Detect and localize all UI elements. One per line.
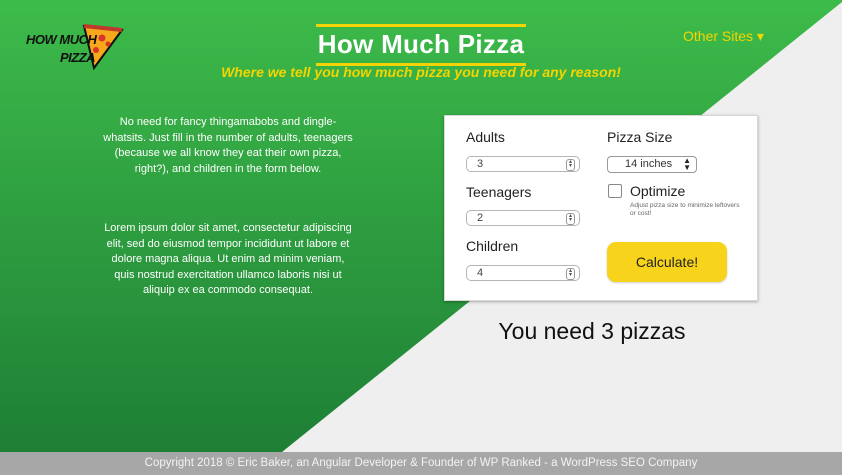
stepper-arrows-icon[interactable]: ▴ ▾ (566, 159, 575, 171)
pizza-size-value: 14 inches (625, 158, 673, 170)
children-input[interactable]: 4 ▴ ▾ (466, 265, 580, 281)
stepper-arrows-icon[interactable]: ▴ ▾ (566, 213, 575, 225)
footer-copyright: Copyright 2018 © Eric Baker, an Angular … (0, 452, 842, 475)
intro-paragraph: No need for fancy thingamabobs and dingl… (103, 116, 353, 175)
children-value: 4 (477, 267, 484, 279)
calculate-button[interactable]: Calculate! (607, 242, 727, 282)
teenagers-value: 2 (477, 212, 484, 224)
adults-value: 3 (477, 158, 484, 170)
pizza-size-select[interactable]: 14 inches ▲ ▼ (607, 156, 697, 173)
optimize-help-text: Adjust pizza size to minimize leftovers … (630, 202, 740, 217)
adults-input[interactable]: 3 ▴ ▾ (466, 156, 580, 172)
adults-label: Adults (466, 129, 505, 145)
updown-arrows-icon: ▲ ▼ (683, 156, 691, 172)
page-subtitle: Where we tell you how much pizza you nee… (221, 64, 621, 80)
other-sites-dropdown[interactable]: Other Sites ▾ (683, 28, 764, 45)
pizza-size-label: Pizza Size (607, 129, 673, 145)
teenagers-label: Teenagers (466, 184, 532, 200)
teenagers-input[interactable]: 2 ▴ ▾ (466, 210, 580, 226)
page-title: How Much Pizza (315, 24, 527, 66)
stepper-arrows-icon[interactable]: ▴ ▾ (566, 268, 575, 280)
optimize-checkbox[interactable] (608, 184, 622, 198)
children-label: Children (466, 238, 519, 254)
pizza-form-card: Adults 3 ▴ ▾ Teenagers 2 ▴ ▾ Children 4 ▴ ▾… (444, 115, 758, 301)
optimize-label[interactable]: Optimize (630, 183, 685, 199)
lorem-paragraph: Lorem ipsum dolor sit amet, consectetur … (104, 222, 352, 297)
result-text: You need 3 pizzas (498, 318, 686, 344)
